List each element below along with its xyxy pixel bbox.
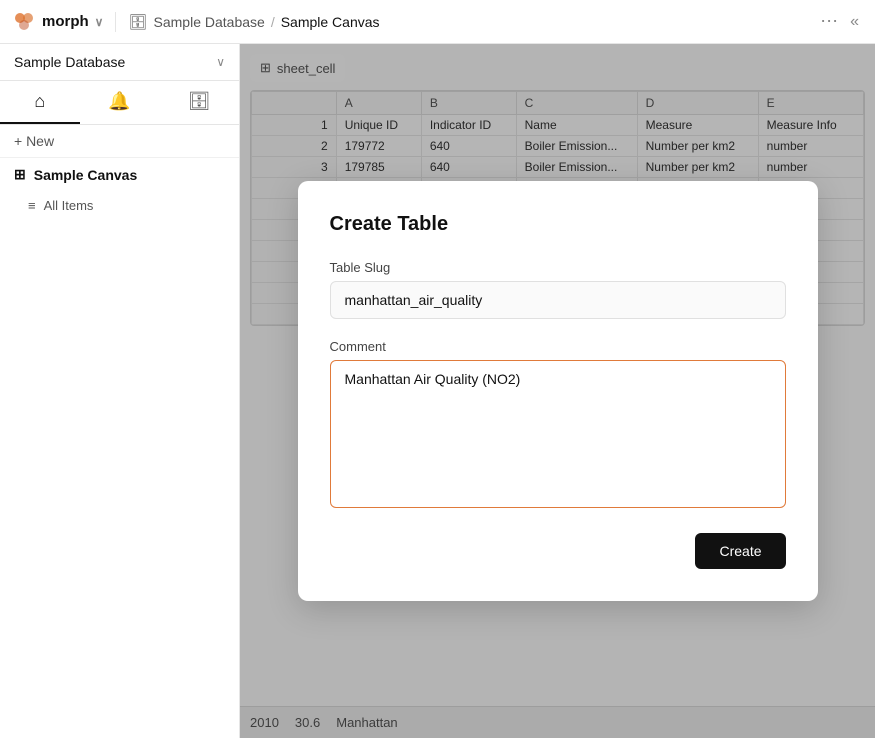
breadcrumb-separator: /	[271, 14, 275, 30]
new-button[interactable]: + New	[0, 125, 239, 158]
sidebar-tab-home[interactable]: ⌂	[0, 81, 80, 124]
topbar: morph ∨ 🗄 Sample Database / Sample Canva…	[0, 0, 875, 44]
sidebar-icon-tabs: ⌂ 🔔 🗄	[0, 81, 239, 125]
sidebar-canvas-label: Sample Canvas	[34, 167, 138, 183]
db-selector-label: Sample Database	[14, 54, 125, 70]
sidebar-tab-notifications[interactable]: 🔔	[80, 81, 160, 124]
create-button[interactable]: Create	[695, 533, 785, 569]
modal-footer: Create	[330, 533, 786, 569]
new-button-label: + New	[14, 133, 54, 149]
comment-textarea[interactable]: Manhattan Air Quality (NO2)	[330, 360, 786, 508]
slug-input[interactable]	[330, 281, 786, 319]
main-layout: Sample Database ∨ ⌂ 🔔 🗄 + New ⊞ Sample C…	[0, 44, 875, 738]
comment-label: Comment	[330, 339, 786, 354]
db-selector-chevron-icon: ∨	[216, 55, 225, 69]
modal-overlay: Create Table Table Slug Comment Manhatta…	[240, 44, 875, 738]
breadcrumb-db-name[interactable]: Sample Database	[154, 14, 265, 30]
slug-label: Table Slug	[330, 260, 786, 275]
app-logo: morph ∨	[12, 10, 103, 34]
sidebar: Sample Database ∨ ⌂ 🔔 🗄 + New ⊞ Sample C…	[0, 44, 240, 738]
sidebar-item-all-items[interactable]: ≡ All Items	[0, 191, 239, 220]
app-chevron-icon[interactable]: ∨	[95, 15, 104, 29]
topbar-divider	[115, 12, 116, 32]
morph-logo-icon	[12, 10, 36, 34]
modal-title: Create Table	[330, 213, 786, 236]
content-area: ⊞ sheet_cell A B C D E	[240, 44, 875, 738]
collapse-sidebar-icon[interactable]: «	[846, 9, 863, 35]
create-table-modal: Create Table Table Slug Comment Manhatta…	[298, 181, 818, 601]
db-selector[interactable]: Sample Database ∨	[0, 44, 239, 81]
breadcrumb-db-icon: 🗄	[128, 13, 147, 31]
breadcrumb-canvas-name[interactable]: Sample Canvas	[281, 14, 380, 30]
app-name: morph	[42, 13, 89, 30]
breadcrumb: 🗄 Sample Database / Sample Canvas	[128, 13, 812, 31]
more-options-icon[interactable]: ⋯	[820, 11, 838, 32]
sidebar-all-items-icon: ≡	[28, 198, 36, 213]
sidebar-tab-database[interactable]: 🗄	[159, 81, 239, 124]
sidebar-all-items-label: All Items	[44, 198, 94, 213]
sidebar-item-sample-canvas[interactable]: ⊞ Sample Canvas	[0, 158, 239, 191]
sidebar-canvas-icon: ⊞	[14, 166, 26, 183]
